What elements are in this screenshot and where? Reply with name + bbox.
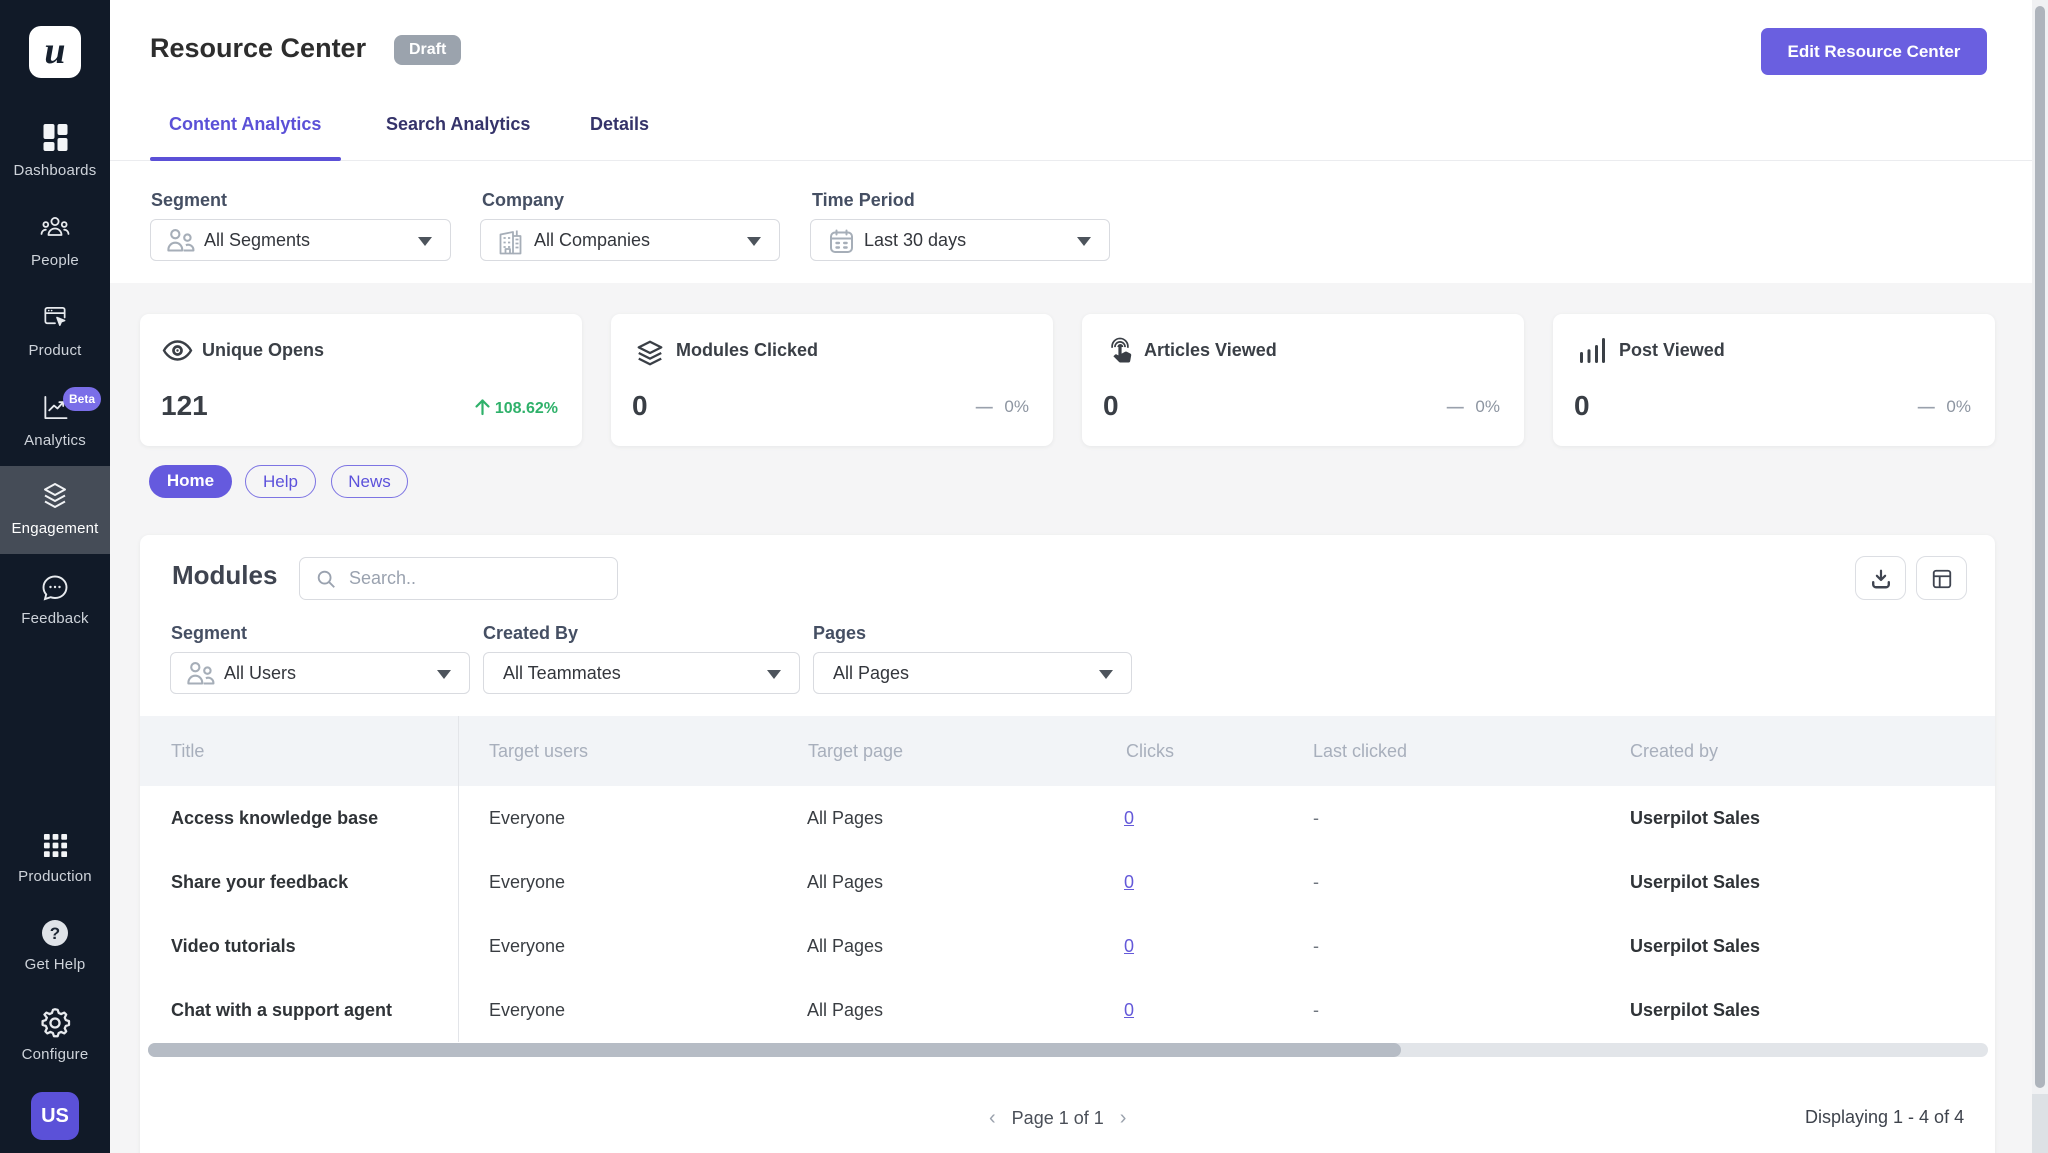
svg-text:?: ? [50,924,60,943]
